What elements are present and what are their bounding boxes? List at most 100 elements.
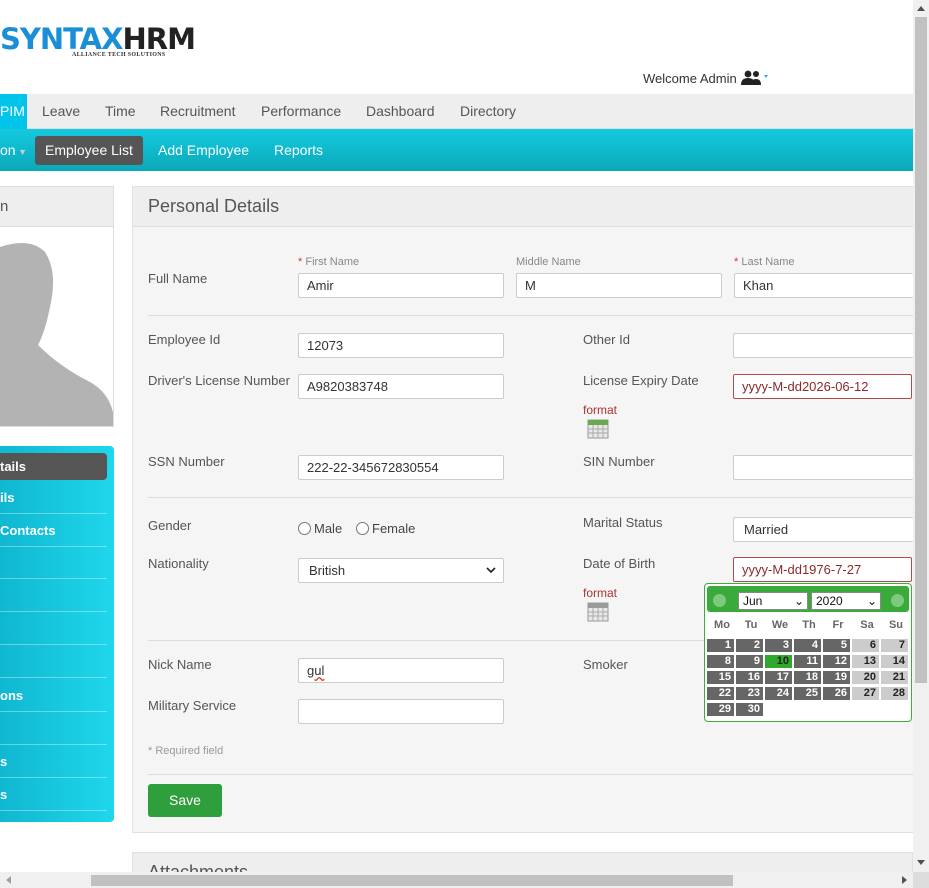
radio-circle[interactable] — [298, 522, 311, 535]
calendar-day[interactable]: 16 — [736, 671, 763, 684]
submenu-employee-list[interactable]: Employee List — [35, 136, 143, 165]
calendar-day[interactable]: 18 — [794, 671, 821, 684]
calendar-day[interactable]: 20 — [852, 671, 879, 684]
weekday-header: Tu — [744, 619, 758, 631]
calendar-day[interactable]: 9 — [736, 655, 763, 668]
scroll-right-icon[interactable] — [902, 876, 907, 884]
save-button[interactable]: Save — [148, 784, 222, 817]
calendar-day[interactable]: 25 — [794, 687, 821, 700]
calendar-icon[interactable] — [587, 600, 609, 622]
side-nav-personal-details[interactable]: tails — [0, 453, 107, 480]
welcome-text[interactable]: Welcome Admin — [643, 71, 737, 86]
prev-month-icon[interactable] — [713, 594, 726, 607]
vertical-scroll-thumb[interactable] — [915, 17, 927, 683]
calendar-day[interactable]: 5 — [823, 639, 850, 652]
side-nav-item-7[interactable] — [0, 646, 107, 678]
calendar-day[interactable]: 10 — [765, 655, 792, 668]
calendar-day[interactable]: 12 — [823, 655, 850, 668]
sin-label: SIN Number — [583, 454, 655, 469]
license-input[interactable]: A9820383748 — [298, 374, 504, 399]
employee-id-input[interactable]: 12073 — [298, 333, 504, 358]
profile-picture[interactable] — [0, 227, 113, 426]
calendar-day[interactable]: 19 — [823, 671, 850, 684]
year-select[interactable]: 2020 ⌄ — [811, 592, 881, 610]
side-nav-qualifications[interactable]: ons — [0, 680, 107, 712]
calendar-day[interactable]: 6 — [852, 639, 879, 652]
menu-dashboard[interactable]: Dashboard — [366, 94, 435, 129]
next-month-icon[interactable] — [891, 594, 904, 607]
menu-pim[interactable]: PIM — [0, 94, 27, 129]
calendar-day[interactable]: 11 — [794, 655, 821, 668]
calendar-day[interactable]: 14 — [881, 655, 908, 668]
calendar-day[interactable]: 30 — [736, 703, 763, 716]
calendar-day[interactable]: 17 — [765, 671, 792, 684]
calendar-day[interactable]: 22 — [707, 687, 734, 700]
ssn-label: SSN Number — [148, 454, 225, 469]
calendar-day[interactable]: 2 — [736, 639, 763, 652]
calendar-day[interactable]: 7 — [881, 639, 908, 652]
submenu-reports[interactable]: Reports — [274, 136, 323, 165]
calendar-day[interactable]: 13 — [852, 655, 879, 668]
nationality-label: Nationality — [148, 556, 209, 571]
employee-id-label: Employee Id — [148, 332, 221, 347]
logo-subtitle: ALLIANCE TECH SOLUTIONS — [72, 52, 166, 58]
side-nav-item-11[interactable]: s — [0, 779, 107, 811]
calendar-day[interactable]: 21 — [881, 671, 908, 684]
side-nav-item-6[interactable] — [0, 613, 107, 645]
last-name-input[interactable]: Khan — [734, 273, 913, 298]
calendar-day[interactable]: 27 — [852, 687, 879, 700]
marital-status-select[interactable]: Married — [733, 517, 913, 542]
nationality-select[interactable]: British — [298, 558, 504, 583]
side-nav-item-10[interactable]: s — [0, 746, 107, 778]
side-nav-emergency-contacts[interactable]: Contacts — [0, 515, 107, 547]
sin-input[interactable] — [733, 455, 913, 480]
calendar-day[interactable]: 28 — [881, 687, 908, 700]
scroll-down-icon[interactable] — [917, 860, 925, 865]
calendar-icon[interactable] — [587, 417, 609, 439]
caret-down-icon: ▼ — [15, 147, 27, 157]
menu-time[interactable]: Time — [105, 94, 136, 129]
vertical-scrollbar[interactable] — [913, 0, 929, 872]
scroll-up-icon[interactable] — [917, 6, 925, 11]
calendar-day[interactable]: 24 — [765, 687, 792, 700]
calendar-day[interactable]: 23 — [736, 687, 763, 700]
last-name-label-text: Last Name — [741, 256, 795, 268]
gender-female-radio[interactable]: Female — [356, 521, 415, 536]
side-nav-item-9[interactable] — [0, 713, 107, 745]
calendar-day[interactable]: 26 — [823, 687, 850, 700]
middle-name-input[interactable]: M — [516, 273, 722, 298]
horizontal-scroll-thumb[interactable] — [91, 875, 733, 886]
nick-name-input[interactable]: gul — [298, 658, 504, 683]
gender-male-radio[interactable]: Male — [298, 521, 342, 536]
military-service-input[interactable] — [298, 699, 504, 724]
sub-menu: on ▼ Employee List Add Employee Reports — [0, 129, 913, 171]
calendar-day[interactable]: 8 — [707, 655, 734, 668]
menu-directory[interactable]: Directory — [460, 94, 516, 129]
side-nav-item-4[interactable] — [0, 547, 107, 579]
divider — [148, 774, 913, 775]
calendar-day[interactable]: 29 — [707, 703, 734, 716]
license-expiry-input[interactable]: yyyy-M-dd2026-06-12 — [733, 374, 912, 399]
menu-performance[interactable]: Performance — [261, 94, 341, 129]
users-icon[interactable] — [741, 70, 771, 86]
month-select[interactable]: Jun ⌄ — [738, 592, 808, 610]
ssn-input[interactable]: 222-22-345672830554 — [298, 455, 504, 480]
horizontal-scrollbar[interactable] — [0, 872, 913, 888]
other-id-input[interactable] — [733, 333, 913, 358]
divider — [148, 497, 913, 498]
menu-recruitment[interactable]: Recruitment — [160, 94, 235, 129]
side-nav-contact-details[interactable]: ils — [0, 482, 107, 514]
calendar-day[interactable]: 15 — [707, 671, 734, 684]
scroll-left-icon[interactable] — [6, 876, 11, 884]
weekday-header: Mo — [714, 619, 730, 631]
calendar-day[interactable]: 3 — [765, 639, 792, 652]
dob-input[interactable]: yyyy-M-dd1976-7-27 — [733, 557, 912, 582]
submenu-configuration[interactable]: on ▼ — [0, 136, 27, 165]
first-name-input[interactable]: Amir — [298, 273, 504, 298]
menu-leave[interactable]: Leave — [42, 94, 80, 129]
calendar-day[interactable]: 4 — [794, 639, 821, 652]
side-nav-item-5[interactable] — [0, 580, 107, 612]
calendar-day[interactable]: 1 — [707, 639, 734, 652]
radio-circle[interactable] — [356, 522, 369, 535]
submenu-add-employee[interactable]: Add Employee — [158, 136, 249, 165]
